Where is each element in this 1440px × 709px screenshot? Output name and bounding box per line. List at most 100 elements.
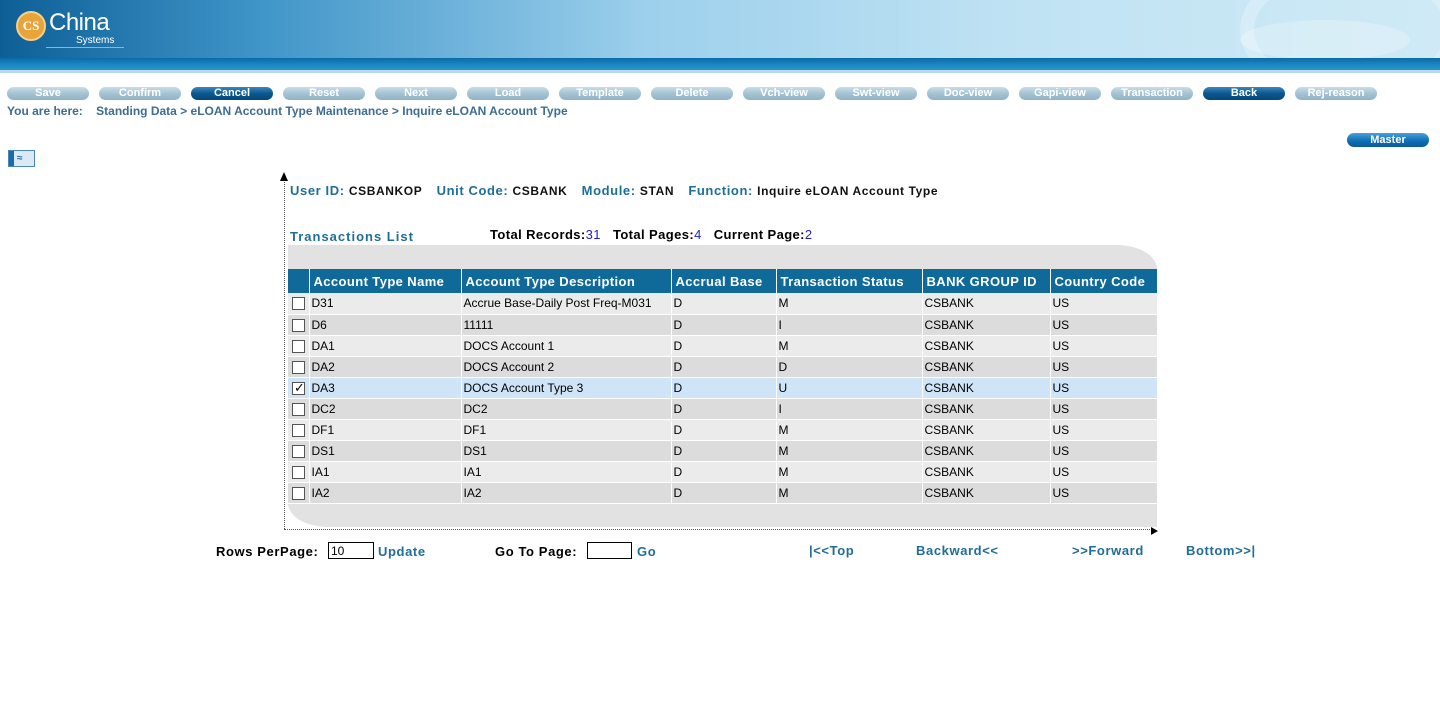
table-row[interactable]: IA1 IA1 D M CSBANK US bbox=[288, 461, 1158, 483]
save-button[interactable]: Save bbox=[7, 87, 89, 100]
table-row[interactable]: DA3DOCS Account Type 3DUCSBANKUS bbox=[288, 377, 1158, 399]
logo-icon: CS bbox=[16, 11, 46, 41]
select-column-header bbox=[288, 269, 310, 293]
table-row[interactable]: DA2 DOCS Account 2 D D CSBANK US bbox=[288, 356, 1158, 378]
transactions-table: Account Type Name Account Type Descripti… bbox=[288, 269, 1158, 504]
rej-reason-button[interactable]: Rej-reason bbox=[1295, 87, 1377, 100]
table-cell: CSBANK bbox=[922, 461, 1051, 483]
goto-page-label: Go To Page: bbox=[495, 544, 578, 559]
table-cell: 11111 bbox=[461, 314, 672, 336]
doc-view-button[interactable]: Doc-view bbox=[927, 87, 1009, 100]
column-header[interactable]: Accrual Base bbox=[671, 269, 777, 293]
breadcrumb-item-account-type-maintenance[interactable]: eLOAN Account Type Maintenance bbox=[191, 104, 389, 118]
header-stripe bbox=[0, 58, 1440, 70]
goto-page-input[interactable] bbox=[587, 542, 632, 559]
next-button[interactable]: Next bbox=[375, 87, 457, 100]
row-checkbox[interactable] bbox=[292, 402, 305, 416]
column-header[interactable]: BANK GROUP ID bbox=[922, 269, 1051, 293]
rows-per-page-input[interactable] bbox=[328, 542, 374, 559]
watermark-shape bbox=[1240, 20, 1410, 58]
table-cell: CSBANK bbox=[922, 314, 1051, 336]
frame-bottom-border bbox=[284, 529, 1154, 530]
table-cell: D bbox=[671, 440, 777, 462]
column-header[interactable]: Country Code bbox=[1050, 269, 1158, 293]
table-cell: DA2 bbox=[309, 356, 462, 378]
table-row[interactable]: D6 11111 D I CSBANK US bbox=[288, 314, 1158, 336]
table-cell: DOCS Account 1 bbox=[461, 335, 672, 357]
breadcrumb-item-inquire[interactable]: Inquire eLOAN Account Type bbox=[402, 104, 567, 118]
row-select-cell bbox=[288, 314, 310, 336]
total-pages-label: Total Pages: bbox=[612, 227, 695, 242]
cancel-button[interactable]: Cancel bbox=[191, 87, 273, 100]
table-cell: DS1 bbox=[309, 440, 462, 462]
swt-view-button[interactable]: Swt-view bbox=[835, 87, 917, 100]
bottom-page-link[interactable]: Bottom>>| bbox=[1186, 543, 1256, 558]
column-header[interactable]: Account Type Name bbox=[309, 269, 462, 293]
module-value: STAN bbox=[639, 184, 675, 198]
total-records-value: 31 bbox=[585, 227, 601, 242]
table-row[interactable]: IA2 IA2 D M CSBANK US bbox=[288, 482, 1158, 504]
column-header[interactable]: Account Type Description bbox=[461, 269, 672, 293]
module-label: Module: bbox=[581, 183, 636, 198]
breadcrumb-item-standing-data[interactable]: Standing Data bbox=[96, 104, 177, 118]
reset-button[interactable]: Reset bbox=[283, 87, 365, 100]
table-cell: D bbox=[776, 356, 923, 378]
row-checkbox[interactable] bbox=[292, 380, 305, 396]
table-row[interactable]: DA1 DOCS Account 1 D M CSBANK US bbox=[288, 335, 1158, 357]
header-banner: CS China Systems bbox=[0, 0, 1440, 58]
row-checkbox[interactable] bbox=[292, 486, 305, 500]
back-button[interactable]: Back bbox=[1203, 87, 1285, 100]
row-checkbox[interactable] bbox=[292, 318, 305, 332]
row-select-cell bbox=[288, 356, 310, 378]
row-select-cell bbox=[288, 419, 310, 441]
table-row[interactable]: D31 Accrue Base-Daily Post Freq-M031 D M CSB… bbox=[288, 293, 1158, 315]
column-header[interactable]: Transaction Status bbox=[776, 269, 923, 293]
logo-underline bbox=[46, 47, 124, 48]
breadcrumb: You are here: Standing Data > eLOAN Acco… bbox=[7, 104, 568, 118]
forward-page-link[interactable]: >>Forward bbox=[1072, 543, 1144, 558]
table-row[interactable]: DS1 DS1 D M CSBANK US bbox=[288, 440, 1158, 462]
table-row[interactable]: DC2 DC2 D I CSBANK US bbox=[288, 398, 1158, 420]
rows-per-page-label: Rows PerPage: bbox=[216, 544, 319, 559]
row-select-cell bbox=[288, 482, 310, 504]
delete-button[interactable]: Delete bbox=[651, 87, 733, 100]
table-cell: CSBANK bbox=[922, 356, 1051, 378]
row-checkbox[interactable] bbox=[292, 339, 305, 353]
table-row[interactable]: DF1 DF1 D M CSBANK US bbox=[288, 419, 1158, 441]
row-checkbox[interactable] bbox=[292, 465, 305, 479]
table-cell: M bbox=[776, 419, 923, 441]
user-id-value: CSBANKOP bbox=[348, 184, 423, 198]
master-button[interactable]: Master bbox=[1347, 133, 1429, 147]
table-cell: I bbox=[776, 314, 923, 336]
total-records-label: Total Records: bbox=[490, 227, 586, 242]
transaction-button[interactable]: Transaction bbox=[1111, 87, 1193, 100]
table-cell: DF1 bbox=[309, 419, 462, 441]
function-label: Function: bbox=[688, 183, 753, 198]
collapse-button[interactable]: ≈ bbox=[8, 150, 35, 167]
update-link[interactable]: Update bbox=[378, 544, 426, 559]
confirm-button[interactable]: Confirm bbox=[99, 87, 181, 100]
row-checkbox[interactable] bbox=[292, 423, 305, 437]
table-cell: US bbox=[1050, 482, 1158, 504]
vch-view-button[interactable]: Vch-view bbox=[743, 87, 825, 100]
table-cell: US bbox=[1050, 461, 1158, 483]
template-button[interactable]: Template bbox=[559, 87, 641, 100]
gapi-view-button[interactable]: Gapi-view bbox=[1019, 87, 1101, 100]
row-checkbox[interactable] bbox=[292, 297, 305, 311]
table-cell: US bbox=[1050, 377, 1158, 399]
backward-page-link[interactable]: Backward<< bbox=[916, 543, 999, 558]
header-stripe-light bbox=[0, 70, 1440, 73]
row-checkbox[interactable] bbox=[292, 360, 305, 374]
context-info: User ID: CSBANKOP Unit Code: CSBANK Modu… bbox=[290, 183, 948, 198]
company-logo: CS China Systems bbox=[16, 9, 136, 54]
go-link[interactable]: Go bbox=[637, 544, 656, 559]
table-cell: CSBANK bbox=[922, 440, 1051, 462]
table-cell: U bbox=[776, 377, 923, 399]
row-checkbox[interactable] bbox=[292, 444, 305, 458]
table-cell: Accrue Base-Daily Post Freq-M031 bbox=[461, 293, 672, 315]
table-cell: US bbox=[1050, 440, 1158, 462]
load-button[interactable]: Load bbox=[467, 87, 549, 100]
top-page-link[interactable]: |<<Top bbox=[809, 543, 854, 558]
table-cell: D bbox=[671, 482, 777, 504]
breadcrumb-separator: > bbox=[391, 104, 399, 118]
